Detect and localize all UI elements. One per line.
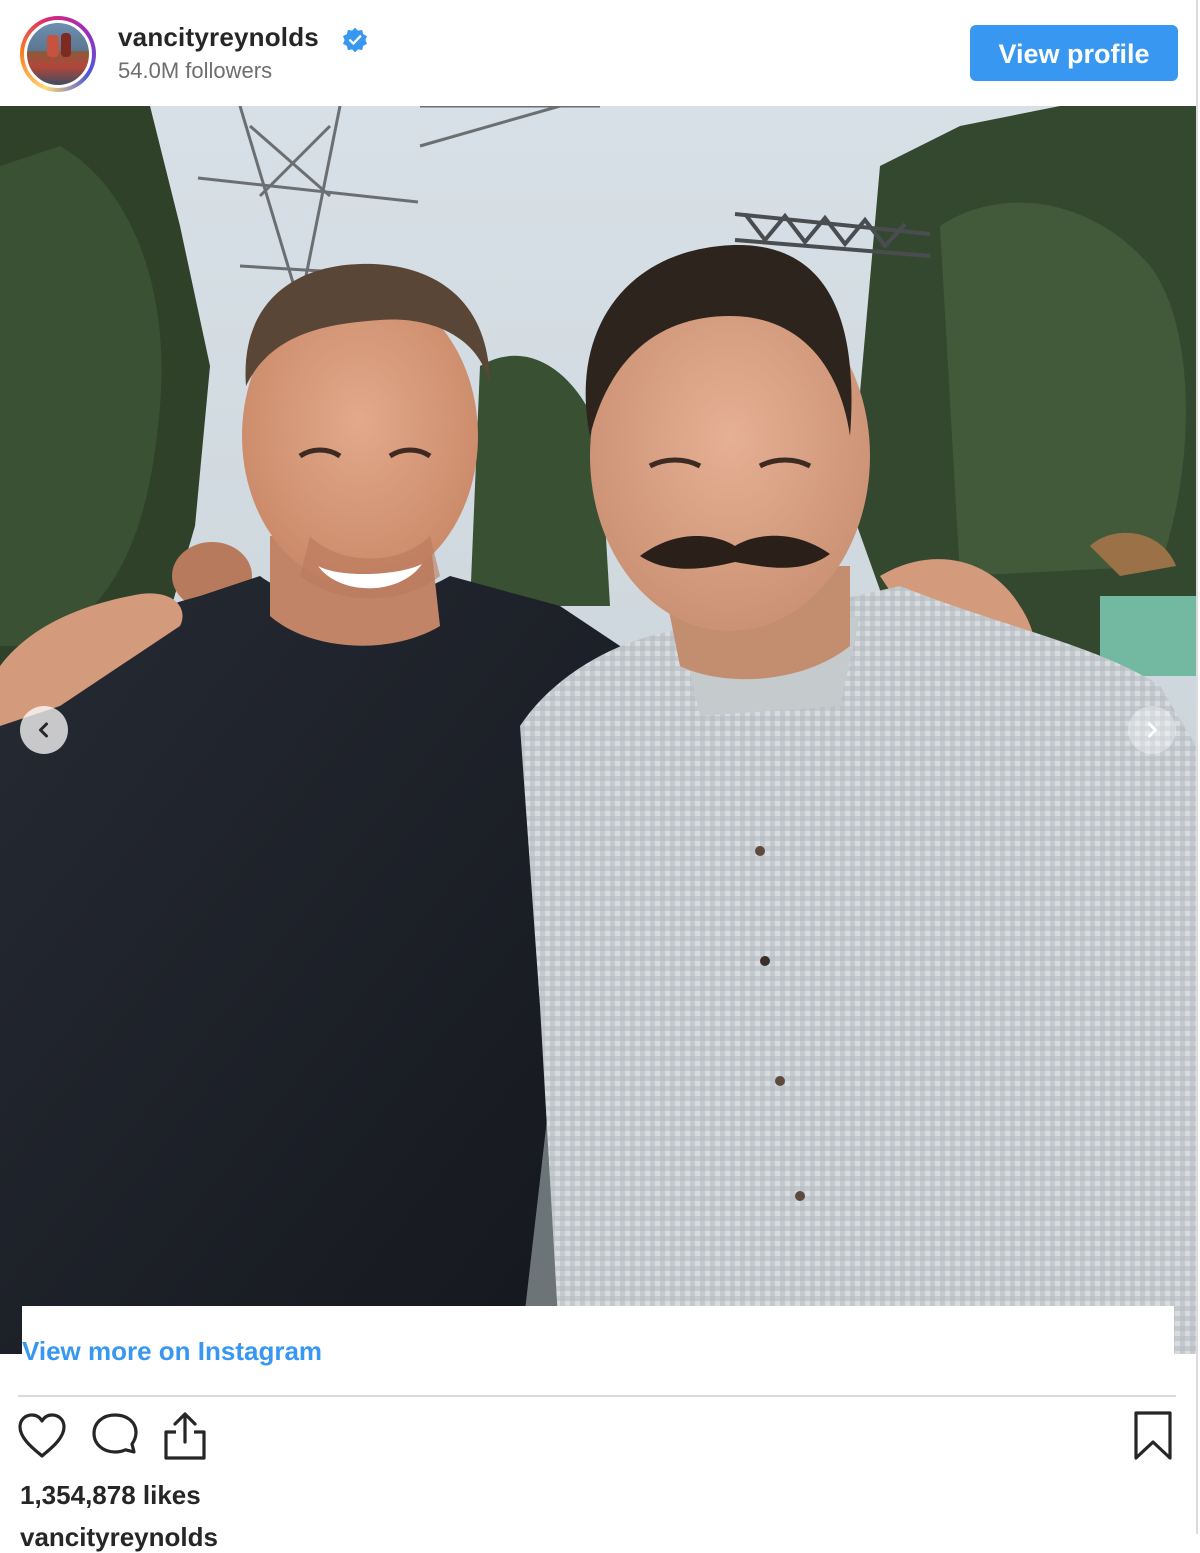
verified-badge-icon <box>342 27 368 53</box>
instagram-embed: vancityreynolds 54.0M followers View pro… <box>0 0 1198 1552</box>
divider <box>18 1395 1176 1397</box>
bookmark-icon[interactable] <box>1132 1410 1174 1462</box>
username[interactable]: vancityreynolds <box>118 22 319 53</box>
like-count[interactable]: 1,354,878 likes <box>20 1480 201 1511</box>
avatar[interactable] <box>24 20 92 88</box>
share-upload-icon[interactable] <box>160 1410 210 1462</box>
follower-count: 54.0M followers <box>118 58 273 83</box>
carousel-prev-button[interactable] <box>20 706 68 754</box>
carousel-next-button[interactable] <box>1128 706 1176 754</box>
post-header: vancityreynolds 54.0M followers View pro… <box>0 0 1196 106</box>
view-more-link[interactable]: View more on Instagram <box>22 1336 322 1367</box>
view-profile-button[interactable]: View profile <box>970 25 1178 81</box>
avatar-story-ring[interactable] <box>20 16 96 92</box>
caption-username[interactable]: vancityreynolds <box>20 1522 218 1553</box>
heart-icon[interactable] <box>16 1412 68 1460</box>
post-photo[interactable] <box>0 106 1196 1354</box>
view-more-bar: View more on Instagram <box>22 1306 1174 1366</box>
comment-bubble-icon[interactable] <box>90 1412 140 1462</box>
post-photo-illustration <box>0 106 1196 1354</box>
chevron-right-icon <box>1148 722 1157 738</box>
chevron-left-icon <box>39 722 48 738</box>
